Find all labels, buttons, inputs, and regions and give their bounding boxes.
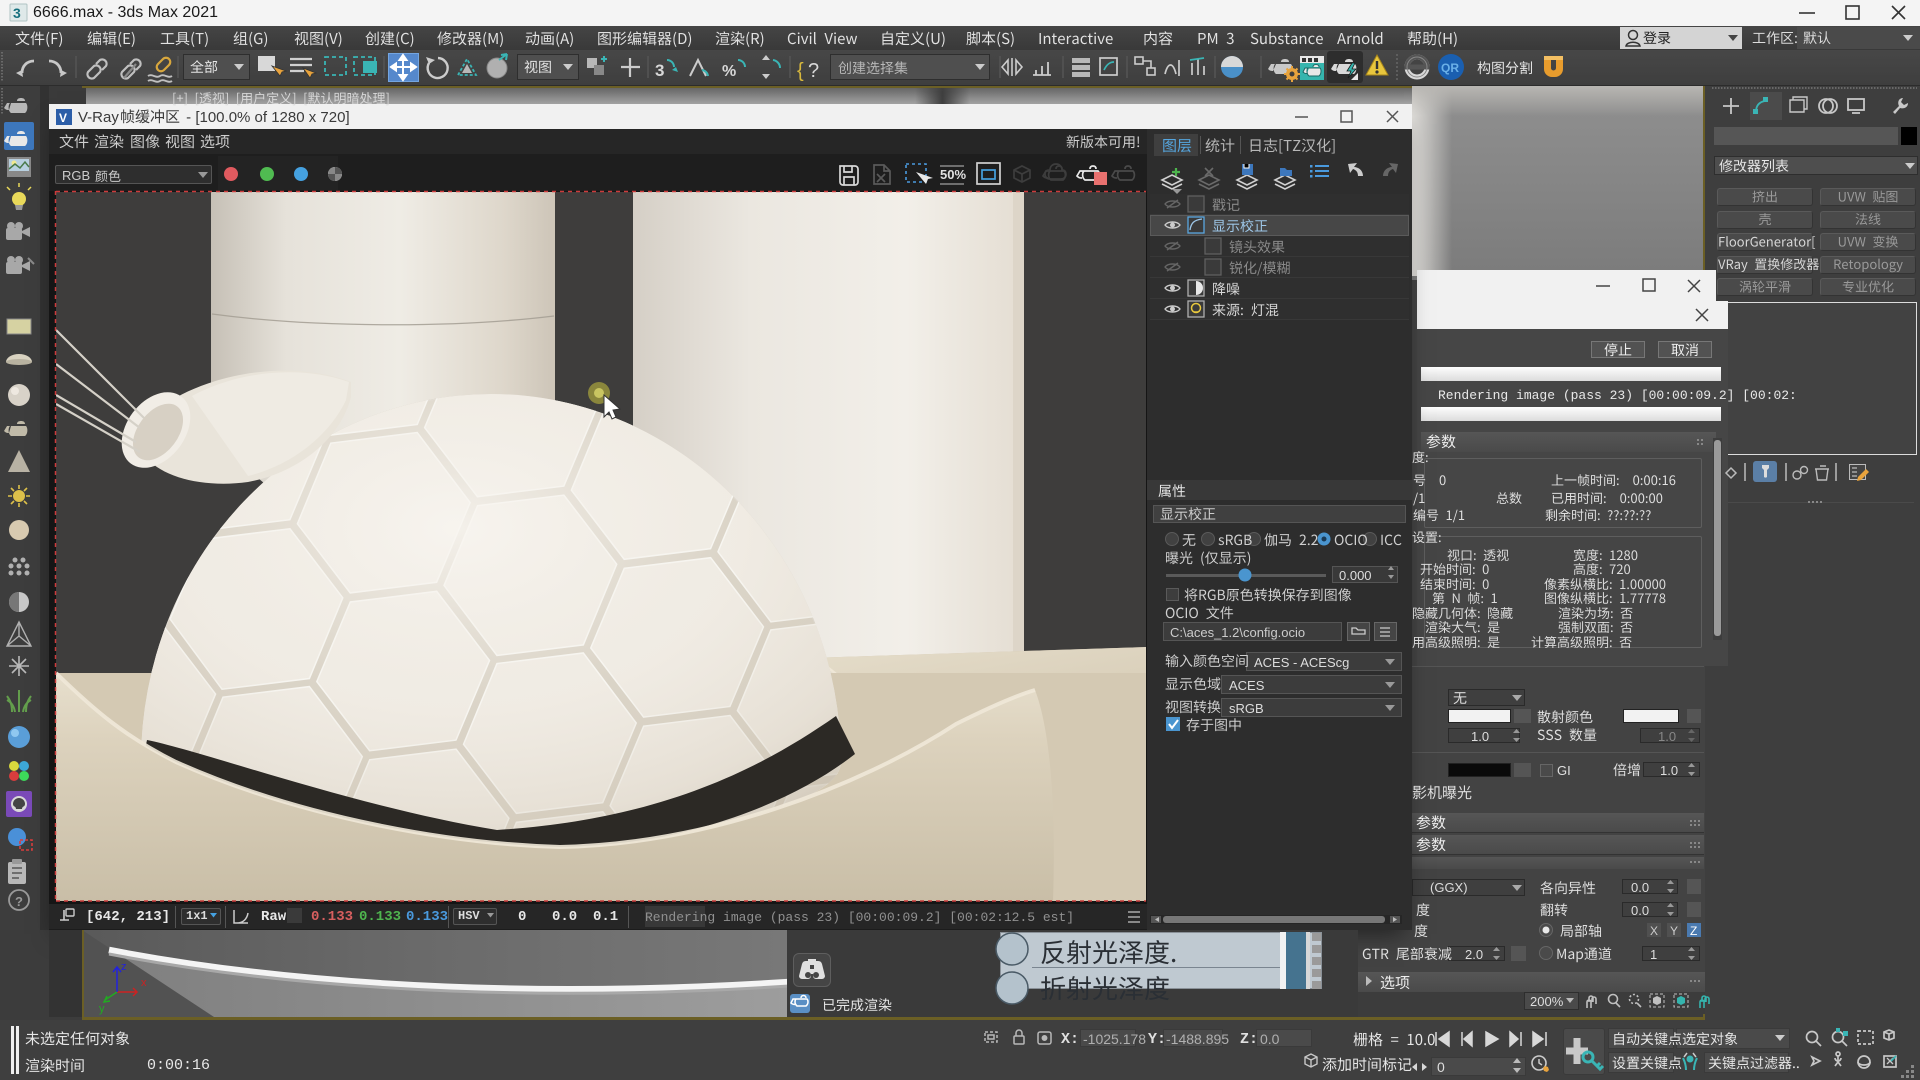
svg-text:y: y <box>99 1003 105 1015</box>
svg-text:x: x <box>141 977 147 989</box>
svg-text:z: z <box>121 961 127 973</box>
